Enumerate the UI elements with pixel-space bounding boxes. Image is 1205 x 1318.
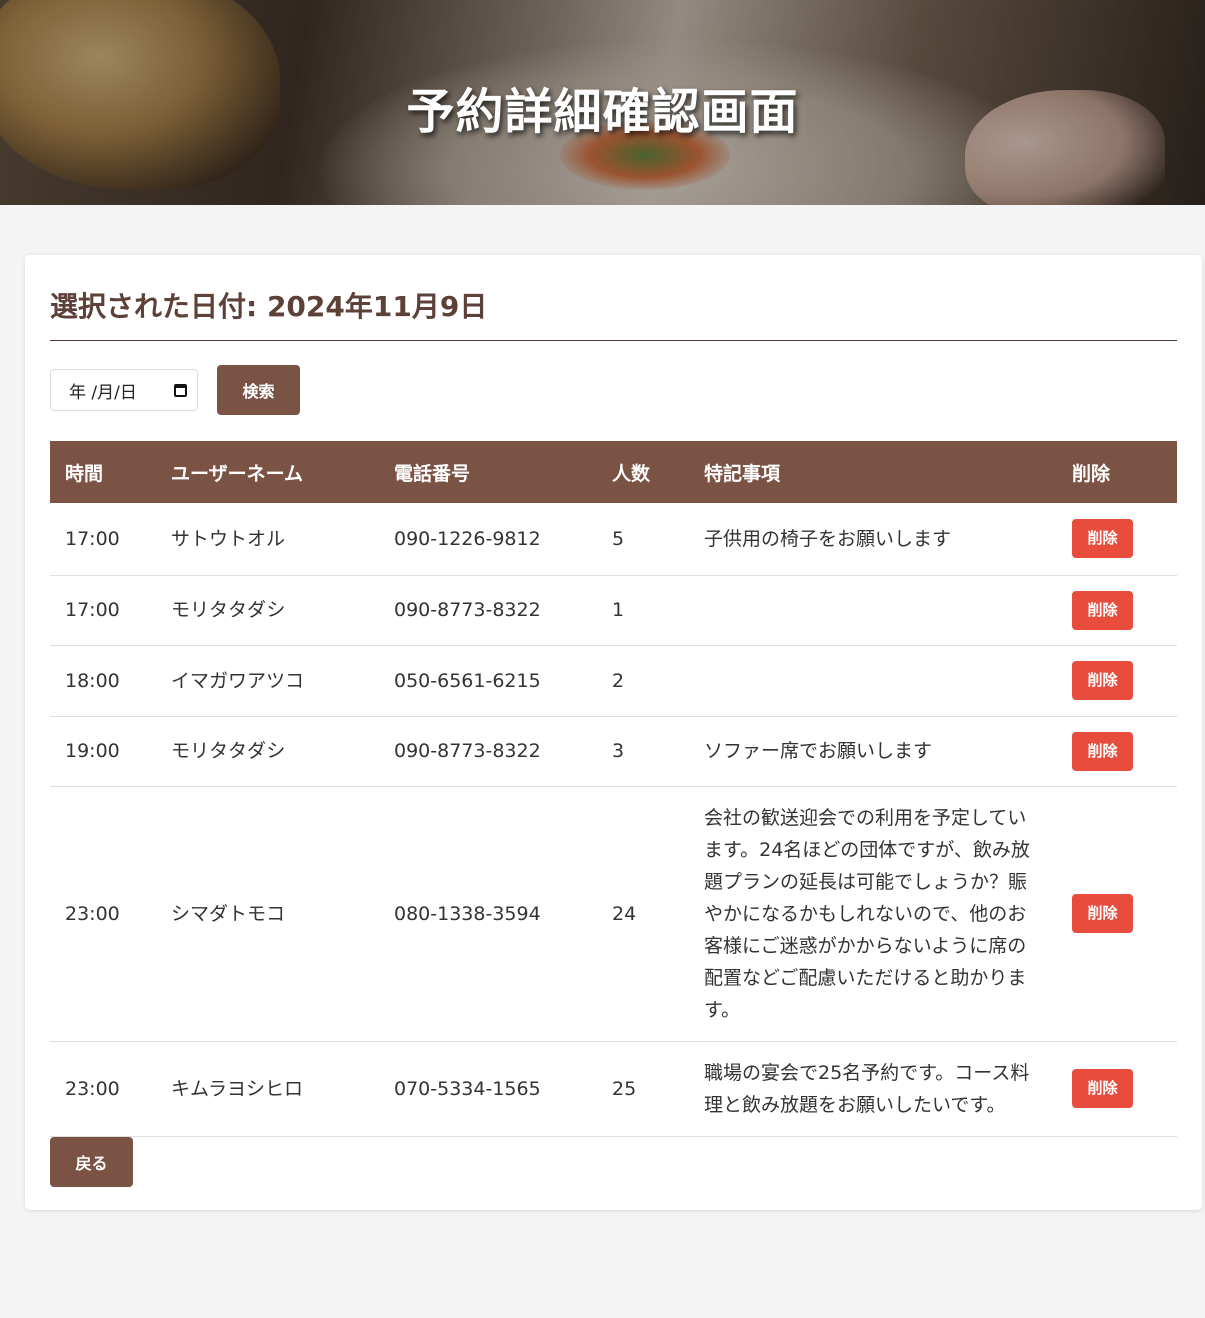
reservation-card: 選択された日付: 2024年11月9日 年 /月/日 検索 時間 ユーザーネーム bbox=[25, 255, 1202, 1210]
cell-username: モリタタダシ bbox=[156, 575, 379, 646]
cell-people: 1 bbox=[597, 575, 689, 646]
delete-button[interactable]: 削除 bbox=[1072, 731, 1133, 771]
cell-phone: 090-1226-9812 bbox=[379, 503, 597, 576]
header-delete: 削除 bbox=[1057, 441, 1177, 503]
cell-phone: 090-8773-8322 bbox=[379, 716, 597, 787]
page-title: 予約詳細確認画面 bbox=[406, 84, 799, 140]
header-notes: 特記事項 bbox=[689, 441, 1057, 503]
table-row: 23:00 シマダトモコ 080-1338-3594 24 会社の歓送迎会での利… bbox=[50, 786, 1177, 1042]
calendar-icon[interactable] bbox=[174, 383, 187, 397]
cell-username: モリタタダシ bbox=[156, 716, 379, 787]
cell-people: 24 bbox=[597, 786, 689, 1042]
cell-notes: 子供用の椅子をお願いします bbox=[689, 503, 1057, 576]
header-username: ユーザーネーム bbox=[156, 441, 379, 503]
cell-people: 3 bbox=[597, 716, 689, 787]
cell-time: 17:00 bbox=[50, 575, 156, 646]
back-button[interactable]: 戻る bbox=[50, 1136, 133, 1187]
delete-button[interactable]: 削除 bbox=[1072, 1069, 1133, 1108]
cell-notes bbox=[689, 645, 1057, 717]
table-row: 23:00 キムラヨシヒロ 070-5334-1565 25 職場の宴会で25名… bbox=[50, 1041, 1177, 1137]
cell-notes: 職場の宴会で25名予約です。コース料理と飲み放題をお願いしたいです。 bbox=[689, 1041, 1057, 1137]
cell-notes bbox=[689, 575, 1057, 646]
date-input-placeholder: 年 /月/日 bbox=[69, 382, 137, 403]
cell-username: イマガワアツコ bbox=[156, 645, 379, 717]
table-row: 19:00 モリタタダシ 090-8773-8322 3 ソファー席でお願いしま… bbox=[50, 716, 1177, 787]
cell-username: キムラヨシヒロ bbox=[156, 1041, 379, 1137]
header-time: 時間 bbox=[50, 441, 156, 503]
hero-banner: 予約詳細確認画面 bbox=[0, 0, 1205, 205]
delete-button[interactable]: 削除 bbox=[1072, 894, 1133, 933]
cell-phone: 090-8773-8322 bbox=[379, 575, 597, 646]
selected-date-heading: 選択された日付: 2024年11月9日 bbox=[50, 255, 1177, 341]
cell-time: 23:00 bbox=[50, 786, 156, 1042]
cell-notes: ソファー席でお願いします bbox=[689, 716, 1057, 787]
search-row: 年 /月/日 検索 bbox=[50, 341, 1177, 441]
header-people: 人数 bbox=[597, 441, 689, 503]
search-button[interactable]: 検索 bbox=[217, 365, 300, 415]
cell-time: 18:00 bbox=[50, 645, 156, 717]
table-row: 17:00 モリタタダシ 090-8773-8322 1 削除 bbox=[50, 575, 1177, 646]
cell-time: 19:00 bbox=[50, 716, 156, 787]
cell-username: シマダトモコ bbox=[156, 786, 379, 1042]
cell-phone: 070-5334-1565 bbox=[379, 1041, 597, 1137]
reservation-table: 時間 ユーザーネーム 電話番号 人数 特記事項 削除 17:00 サトウトオル … bbox=[50, 441, 1177, 1137]
table-row: 18:00 イマガワアツコ 050-6561-6215 2 削除 bbox=[50, 645, 1177, 717]
cell-people: 5 bbox=[597, 503, 689, 576]
header-phone: 電話番号 bbox=[379, 441, 597, 503]
cell-username: サトウトオル bbox=[156, 503, 379, 576]
delete-button[interactable]: 削除 bbox=[1072, 661, 1133, 700]
delete-button[interactable]: 削除 bbox=[1072, 590, 1133, 630]
cell-people: 25 bbox=[597, 1041, 689, 1137]
cell-time: 23:00 bbox=[50, 1041, 156, 1137]
cell-time: 17:00 bbox=[50, 503, 156, 576]
cell-people: 2 bbox=[597, 645, 689, 717]
cell-notes: 会社の歓送迎会での利用を予定しています。24名ほどの団体ですが、飲み放題プランの… bbox=[689, 786, 1057, 1042]
cell-phone: 080-1338-3594 bbox=[379, 786, 597, 1042]
table-row: 17:00 サトウトオル 090-1226-9812 5 子供用の椅子をお願いし… bbox=[50, 503, 1177, 576]
delete-button[interactable]: 削除 bbox=[1072, 519, 1133, 559]
cell-phone: 050-6561-6215 bbox=[379, 645, 597, 717]
date-input[interactable]: 年 /月/日 bbox=[50, 369, 198, 411]
table-header-row: 時間 ユーザーネーム 電話番号 人数 特記事項 削除 bbox=[50, 441, 1177, 503]
